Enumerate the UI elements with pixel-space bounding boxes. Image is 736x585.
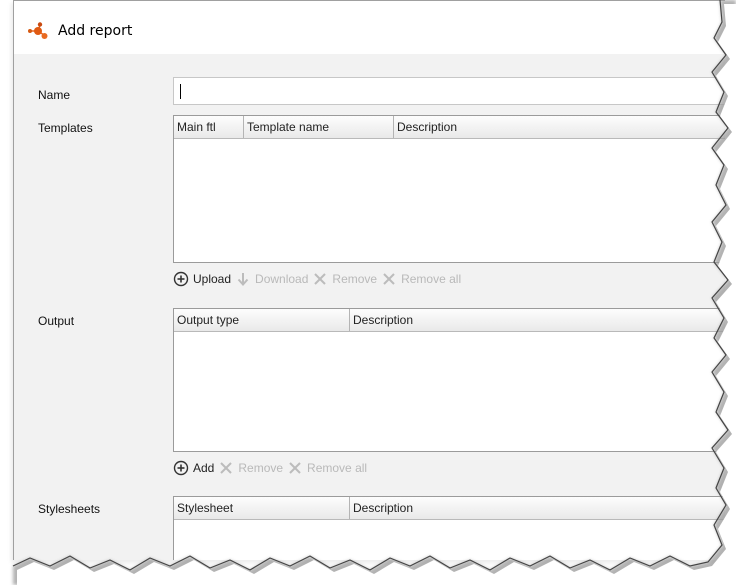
torn-edge-effect <box>12 0 736 585</box>
